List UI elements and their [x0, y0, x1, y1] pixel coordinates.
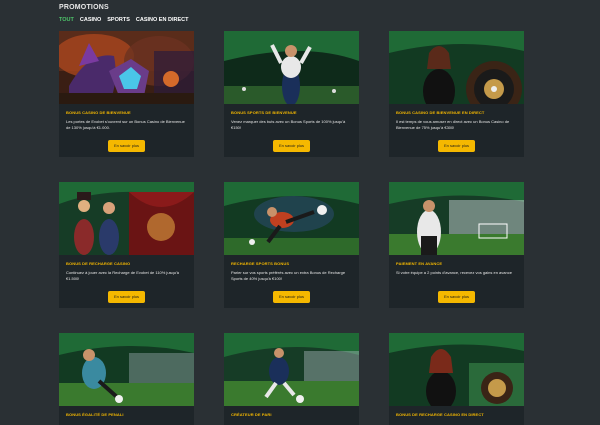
- card-text: Si votre équipe a 2 points d'avance, rec…: [396, 270, 512, 275]
- learn-more-button[interactable]: En savoir plus: [438, 140, 475, 152]
- dribbling-player-icon[interactable]: [224, 333, 359, 406]
- card-text: Venez marquer des buts avec un Bonus Spo…: [231, 119, 346, 130]
- card-text: Continuez à jouer avec la Recharge de Ev…: [66, 270, 179, 281]
- card-title: CRÉATEUR DE PARI: [231, 412, 272, 417]
- learn-more-button[interactable]: En savoir plus: [438, 291, 475, 303]
- promo-card[interactable]: BONUS DE RECHARGE CASINO Continuez à jou…: [59, 182, 194, 308]
- promo-card[interactable]: BONUS CASINO DE BIENVENUE Les portes de …: [59, 31, 194, 157]
- page-title: PROMOTIONS: [59, 4, 109, 11]
- card-title: BONUS SPORTS DE BIENVENUE: [231, 110, 297, 115]
- promo-card[interactable]: CRÉATEUR DE PARI: [224, 333, 359, 425]
- promo-card[interactable]: PAIEMENT EN AVANCE Si votre équipe a 2 p…: [389, 182, 524, 308]
- card-title: BONUS DE RECHARGE CASINO EN DIRECT: [396, 412, 484, 417]
- card-text: Parier sur vos sports préférés avec un e…: [231, 270, 346, 281]
- card-title: BONUS CASINO DE BIENVENUE EN DIRECT: [396, 110, 485, 115]
- live-roulette-icon[interactable]: [389, 333, 524, 406]
- promo-card[interactable]: BONUS SPORTS DE BIENVENUE Venez marquer …: [224, 31, 359, 157]
- learn-more-button[interactable]: En savoir plus: [273, 140, 310, 152]
- card-title: BONUS ÉGALITÉ DE PENALI: [66, 412, 124, 417]
- circus-performers-icon[interactable]: [59, 182, 194, 255]
- tab-sports[interactable]: SPORTS: [107, 17, 130, 23]
- tab-casino[interactable]: CASINO: [80, 17, 101, 23]
- card-text: Il est temps de vous amuser en direct av…: [396, 119, 510, 130]
- promo-card[interactable]: BONUS ÉGALITÉ DE PENALI: [59, 333, 194, 425]
- tab-tout[interactable]: TOUT: [59, 17, 74, 23]
- promo-card[interactable]: BONUS DE RECHARGE CASINO EN DIRECT: [389, 333, 524, 425]
- learn-more-button[interactable]: En savoir plus: [108, 140, 145, 152]
- promo-card[interactable]: BONUS CASINO DE BIENVENUE EN DIRECT Il e…: [389, 31, 524, 157]
- filter-tabs: TOUT CASINO SPORTS CASINO EN DIRECT: [59, 17, 188, 23]
- roulette-dealer-icon[interactable]: [389, 31, 524, 104]
- card-title: PAIEMENT EN AVANCE: [396, 261, 443, 266]
- card-title: BONUS CASINO DE BIENVENUE: [66, 110, 131, 115]
- casino-knight-icon[interactable]: [59, 31, 194, 104]
- card-title: BONUS DE RECHARGE CASINO: [66, 261, 131, 266]
- promo-card[interactable]: RECHARGE SPORTS BONUS Parier sur vos spo…: [224, 182, 359, 308]
- football-player-icon[interactable]: [224, 31, 359, 104]
- soccer-kick-icon[interactable]: [224, 182, 359, 255]
- goalkeeper-icon[interactable]: [59, 333, 194, 406]
- promotions-grid: BONUS CASINO DE BIENVENUE Les portes de …: [59, 31, 541, 425]
- learn-more-button[interactable]: En savoir plus: [108, 291, 145, 303]
- learn-more-button[interactable]: En savoir plus: [273, 291, 310, 303]
- card-text: Les portes de Evobet s'ouvrent sur un Bo…: [66, 119, 185, 130]
- card-title: RECHARGE SPORTS BONUS: [231, 261, 290, 266]
- tab-casino-en-direct[interactable]: CASINO EN DIRECT: [136, 17, 189, 23]
- stadium-player-icon[interactable]: [389, 182, 524, 255]
